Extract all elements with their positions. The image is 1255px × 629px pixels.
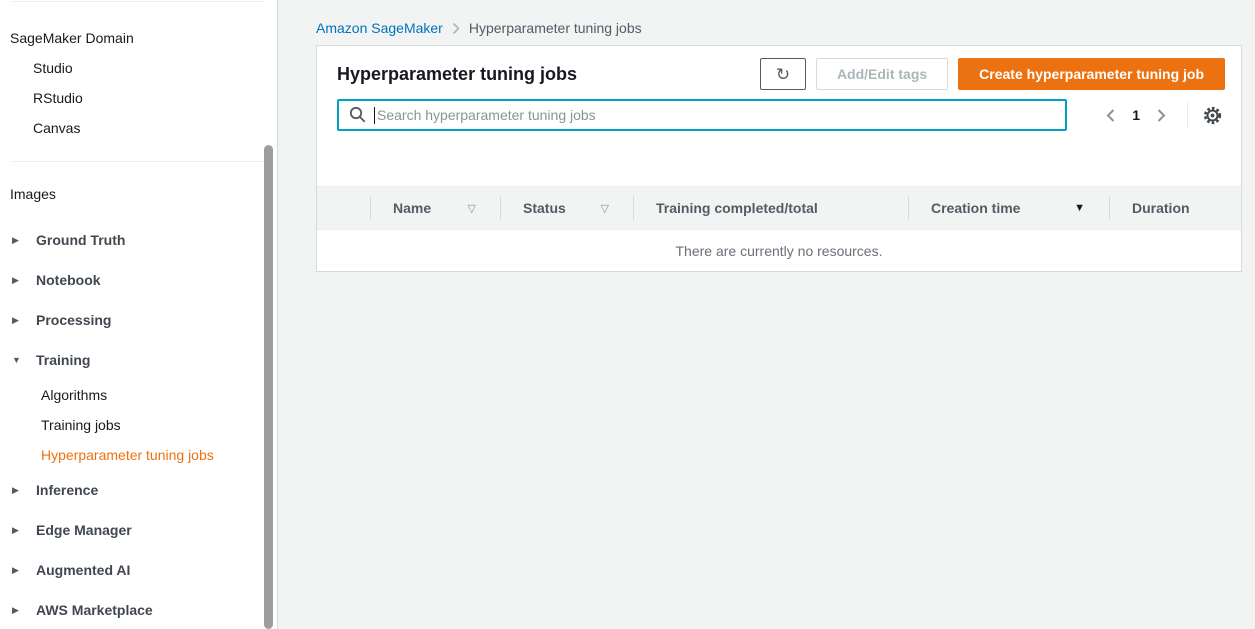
empty-state-message: There are currently no resources. [676,243,883,259]
sidebar-item-images[interactable]: Images [0,179,277,209]
sidebar-item-canvas[interactable]: Canvas [0,113,277,143]
sidebar-item-label: Augmented AI [36,550,130,590]
page-number[interactable]: 1 [1122,107,1150,123]
search-icon [349,106,366,123]
table-header-duration: Duration [1109,187,1241,229]
header-actions: ↻ Add/Edit tags Create hyperparameter tu… [760,58,1225,90]
column-label: Creation time [931,200,1074,216]
sidebar-item-label: Training [36,340,90,380]
sidebar-item-algorithms[interactable]: Algorithms [0,380,277,410]
pagination-divider [1187,102,1188,128]
sidebar-item-hyperparameter-tuning-jobs[interactable]: Hyperparameter tuning jobs [0,440,277,470]
sidebar-item-studio[interactable]: Studio [0,53,277,83]
sidebar-divider [12,161,265,162]
panel-header: Hyperparameter tuning jobs ↻ Add/Edit ta… [317,46,1241,102]
column-label: Duration [1132,200,1241,216]
page-title: Hyperparameter tuning jobs [337,64,760,85]
breadcrumb-current: Hyperparameter tuning jobs [469,20,642,36]
pagination: 1 [1099,102,1225,128]
sagemaker-console: SageMaker Domain Studio RStudio Canvas I… [0,0,1255,629]
table-header-creation-time[interactable]: Creation time ▼ [908,187,1109,229]
table-header-training-completed: Training completed/total [633,187,908,229]
table-header-status[interactable]: Status ▽ [500,187,633,229]
sidebar-item-label: Processing [36,300,111,340]
sidebar-item-processing[interactable]: ▶ Processing [0,300,277,340]
sidebar-item-training[interactable]: ▼ Training [0,340,277,380]
breadcrumb-chevron-icon [452,22,460,35]
sidebar-item-notebook[interactable]: ▶ Notebook [0,260,277,300]
gear-icon [1202,105,1223,126]
breadcrumb: Amazon SageMaker Hyperparameter tuning j… [316,20,642,36]
chevron-right-icon: ▶ [12,260,36,300]
sidebar-item-sagemaker-domain[interactable]: SageMaker Domain [0,23,277,53]
sidebar-item-edge-manager[interactable]: ▶ Edge Manager [0,510,277,550]
sidebar-item-label: Inference [36,470,98,510]
chevron-right-icon: ▶ [12,220,36,260]
sidebar-item-ground-truth[interactable]: ▶ Ground Truth [0,220,277,260]
sort-desc-icon: ▼ [1074,202,1109,214]
refresh-button[interactable]: ↻ [760,58,806,90]
sort-icon: ▽ [601,202,633,215]
sidebar-item-label: AWS Marketplace [36,590,153,629]
main-content: Amazon SageMaker Hyperparameter tuning j… [278,0,1255,629]
search-row: 1 [337,98,1225,132]
text-caret [374,107,375,124]
sidebar-item-label: Notebook [36,260,101,300]
chevron-right-icon: ▶ [12,470,36,510]
chevron-right-icon: ▶ [12,590,36,629]
chevron-right-icon: ▶ [12,550,36,590]
sidebar-item-aws-marketplace[interactable]: ▶ AWS Marketplace [0,590,277,629]
sidebar-item-rstudio[interactable]: RStudio [0,83,277,113]
search-box [337,99,1067,131]
sidebar-item-label: Ground Truth [36,220,125,260]
add-edit-tags-button[interactable]: Add/Edit tags [816,58,948,90]
refresh-icon: ↻ [776,65,790,84]
sidebar: SageMaker Domain Studio RStudio Canvas I… [0,0,278,629]
column-label: Name [393,200,468,216]
sidebar-item-inference[interactable]: ▶ Inference [0,470,277,510]
chevron-right-icon: ▶ [12,510,36,550]
table-header-name[interactable]: Name ▽ [370,187,500,229]
sort-icon: ▽ [468,202,500,215]
create-tuning-job-button[interactable]: Create hyperparameter tuning job [958,58,1225,90]
sidebar-item-label: Edge Manager [36,510,132,550]
column-label: Training completed/total [656,200,908,216]
sidebar-nav-group: ▶ Ground Truth ▶ Notebook ▶ Processing ▼… [0,220,277,629]
prev-page-button[interactable] [1099,108,1122,123]
next-page-button[interactable] [1150,108,1173,123]
chevron-left-icon [1105,108,1116,123]
table-header-select [317,187,370,229]
sidebar-divider [12,1,265,2]
chevron-right-icon: ▶ [12,300,36,340]
search-input[interactable] [337,99,1067,131]
table-header-row: Name ▽ Status ▽ Training completed/total… [317,186,1241,230]
sidebar-item-training-jobs[interactable]: Training jobs [0,410,277,440]
chevron-right-icon [1156,108,1167,123]
sidebar-item-augmented-ai[interactable]: ▶ Augmented AI [0,550,277,590]
settings-button[interactable] [1200,103,1225,128]
chevron-down-icon: ▼ [12,340,36,380]
sidebar-scrollbar[interactable] [264,145,273,629]
empty-state: There are currently no resources. [317,231,1241,271]
column-label: Status [523,200,601,216]
breadcrumb-amazon-sagemaker[interactable]: Amazon SageMaker [316,20,443,36]
tuning-jobs-panel: Hyperparameter tuning jobs ↻ Add/Edit ta… [316,45,1242,272]
